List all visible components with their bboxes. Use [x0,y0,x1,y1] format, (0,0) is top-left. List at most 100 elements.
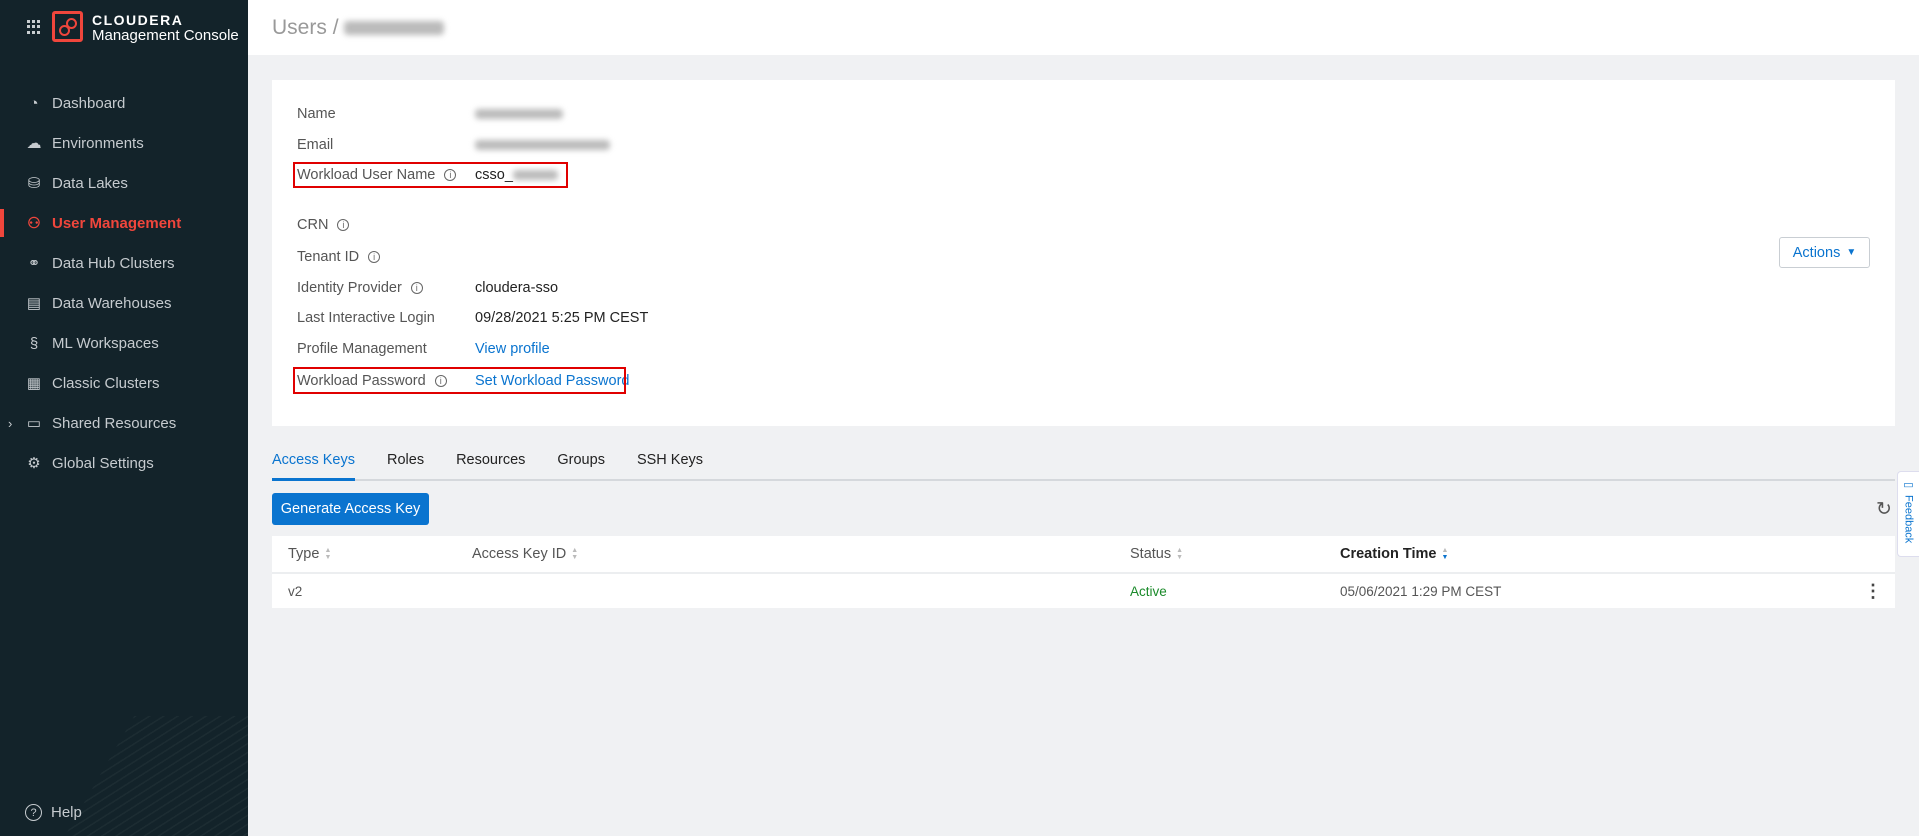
breadcrumb-separator: / [332,15,339,39]
email-label: Email [297,137,334,153]
cluster-icon: ⚭ [27,255,41,272]
ml-icon: § [29,334,39,352]
last-login-value: 09/28/2021 5:25 PM CEST [475,310,649,326]
product-name: Management Console [92,27,239,44]
sidebar-nav: ◔ Dashboard ☁ Environments ⛁ Data Lakes ⚇ Us… [0,83,248,483]
help-link[interactable]: ? Help [25,804,82,821]
brand-name: CLOUDERA [92,12,184,28]
sidebar-item-label: ML Workspaces [52,334,159,352]
sidebar: CLOUDERA Management Console ◔ Dashboard ☁… [0,0,248,836]
header-divider [272,572,1895,574]
name-label: Name [297,106,336,122]
column-label: Status [1130,546,1172,562]
tab-access-keys[interactable]: Access Keys [272,452,355,481]
sidebar-item-label: Global Settings [52,454,154,472]
profile-row: Profile Management View profile [297,338,550,360]
sidebar-item-label: Shared Resources [52,414,177,432]
sidebar-item-label: Data Warehouses [52,294,172,312]
idp-row: Identity Provider i cloudera-sso [297,277,558,299]
info-icon[interactable]: i [368,251,381,263]
help-icon: ? [25,804,42,821]
sidebar-item-label: Data Lakes [52,174,128,192]
tab-resources[interactable]: Resources [456,452,525,481]
tenant-label: Tenant ID [297,249,360,265]
email-value-redacted [475,140,610,150]
sidebar-item-label: User Management [52,214,182,232]
sort-desc-icon: ▲ ▼ [1441,547,1449,561]
refresh-icon[interactable]: ↻ [1876,498,1892,521]
data-lake-icon: ⛁ [27,175,41,192]
name-value-redacted [475,109,563,119]
breadcrumb: Users / [248,0,1919,55]
idp-label: Identity Provider [297,280,402,296]
tab-bar: Access Keys Roles Resources Groups SSH K… [272,452,1895,481]
sidebar-item-global-settings[interactable]: ⚙ Global Settings [0,443,248,483]
column-header-status[interactable]: Status ▲ ▼ [1130,536,1183,572]
cell-type: v2 [288,583,303,599]
sidebar-item-data-hub-clusters[interactable]: ⚭ Data Hub Clusters [0,243,248,283]
actions-label: Actions [1792,244,1841,261]
tab-groups[interactable]: Groups [557,452,605,481]
name-row: Name [297,103,563,125]
sidebar-item-ml-workspaces[interactable]: § ML Workspaces [0,323,248,363]
cell-creation-time: 05/06/2021 1:29 PM CEST [1340,583,1502,599]
gauge-icon: ◔ [29,94,39,112]
sidebar-item-label: Dashboard [52,94,126,112]
sidebar-item-data-warehouses[interactable]: ▤ Data Warehouses [0,283,248,323]
info-icon[interactable]: i [410,282,423,294]
column-label: Type [288,546,320,562]
crn-row: CRN i [297,214,475,236]
column-label: Access Key ID [472,546,567,562]
gear-icon: ⚙ [27,455,41,472]
actions-button[interactable]: Actions ▼ [1779,237,1870,268]
cell-status: Active [1130,583,1167,599]
user-details-card: Name Email Workload User Name i csso_ CRN i… [272,80,1895,426]
warehouse-icon: ▤ [26,295,42,312]
feedback-tab[interactable]: ▭ Feedback [1897,471,1919,557]
highlight-box [293,367,626,394]
column-header-type[interactable]: Type ▲ ▼ [288,536,331,572]
app-switcher-icon[interactable] [27,20,41,34]
idp-value: cloudera-sso [475,280,559,296]
row-menu-icon[interactable]: ⋮ [1864,574,1882,608]
help-label: Help [51,804,82,821]
info-icon[interactable]: i [337,219,350,231]
tab-roles[interactable]: Roles [387,452,424,481]
tab-ssh-keys[interactable]: SSH Keys [637,452,703,481]
last-login-row: Last Interactive Login 09/28/2021 5:25 PM… [297,307,648,329]
profile-label: Profile Management [297,341,427,357]
column-label: Creation Time [1340,546,1437,562]
users-icon: ⚇ [27,215,41,232]
tenant-row: Tenant ID i [297,246,475,268]
sidebar-item-label: Classic Clusters [52,374,160,392]
sidebar-item-user-management[interactable]: ⚇ User Management [0,203,248,243]
column-header-creation-time[interactable]: Creation Time ▲ ▼ [1340,536,1448,572]
cloudera-logo-icon [52,11,83,42]
caret-down-icon: ▼ [1846,247,1857,258]
sidebar-item-data-lakes[interactable]: ⛁ Data Lakes [0,163,248,203]
cloud-icon: ☁ [26,135,42,152]
generate-access-key-button[interactable]: Generate Access Key [272,493,429,525]
folder-icon: ▭ [26,415,42,432]
access-keys-table: Type ▲ ▼ Access Key ID ▲ ▼ Status ▲ ▼ Creation… [272,536,1895,608]
sidebar-item-label: Data Hub Clusters [52,254,175,272]
last-login-label: Last Interactive Login [297,310,435,326]
sidebar-item-dashboard[interactable]: ◔ Dashboard [0,83,248,123]
sidebar-item-label: Environments [52,134,144,152]
highlight-box [293,162,568,188]
sort-icon: ▲ ▼ [571,547,579,561]
sidebar-item-classic-clusters[interactable]: ▦ Classic Clusters [0,363,248,403]
server-icon: ▦ [26,375,42,392]
email-row: Email [297,134,610,156]
feedback-icon: ▭ [1902,478,1914,491]
feedback-label: Feedback [1902,495,1915,544]
column-header-access-key-id[interactable]: Access Key ID ▲ ▼ [472,536,578,572]
breadcrumb-users[interactable]: Users [272,16,327,40]
sort-icon: ▲ ▼ [1176,547,1184,561]
crn-label: CRN [297,217,329,233]
view-profile-link[interactable]: View profile [475,341,550,357]
sort-icon: ▲ ▼ [324,547,332,561]
chevron-right-icon[interactable]: › [8,416,12,431]
sidebar-item-shared-resources[interactable]: › ▭ Shared Resources [0,403,248,443]
sidebar-item-environments[interactable]: ☁ Environments [0,123,248,163]
